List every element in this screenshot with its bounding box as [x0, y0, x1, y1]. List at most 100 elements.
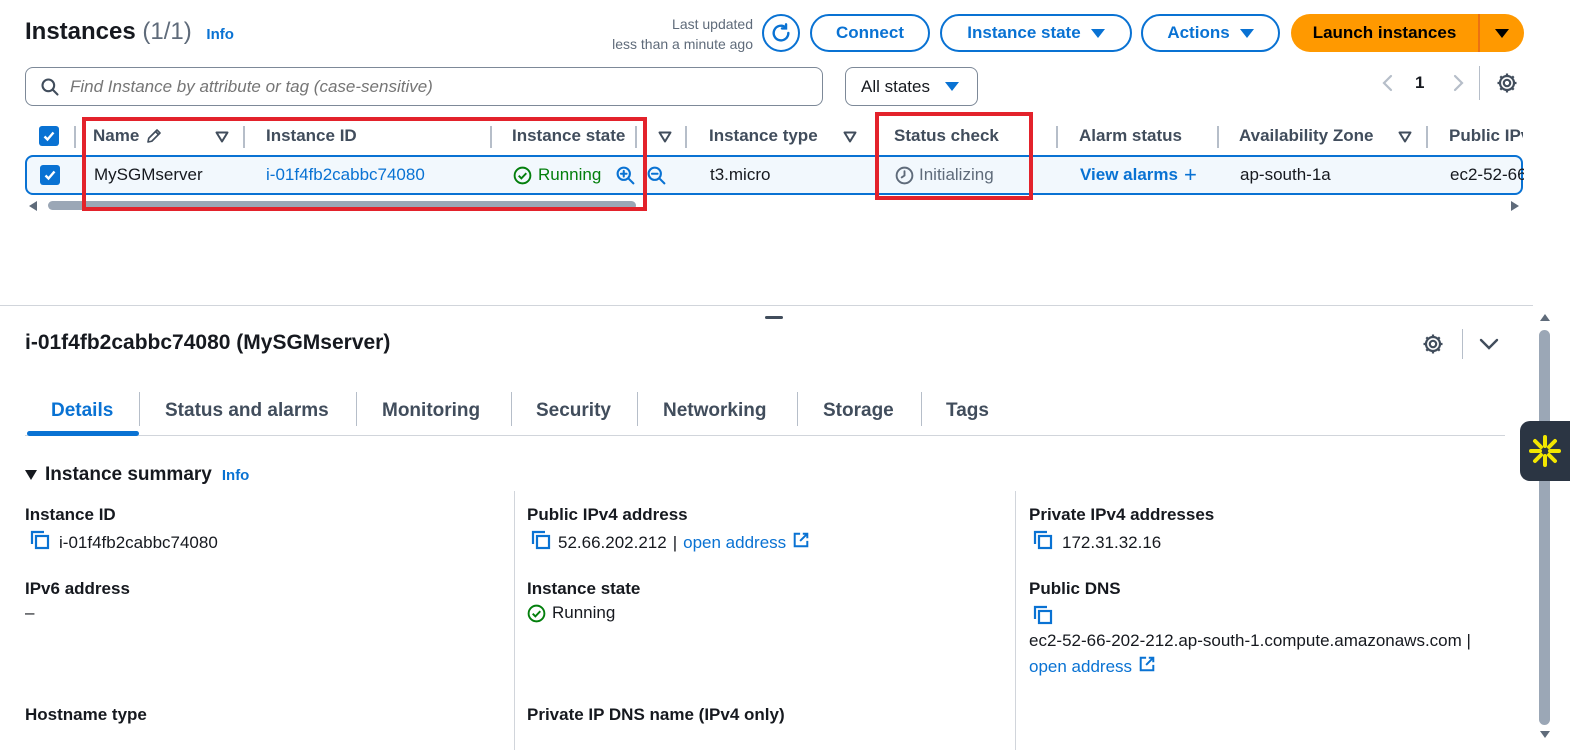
column-header-name-label: Name: [93, 126, 140, 145]
public-dns-copy-button[interactable]: [1032, 604, 1054, 631]
private-ipv4-value: 172.31.32.16: [1032, 529, 1161, 556]
private-ipv4-text: 172.31.32.16: [1062, 532, 1162, 552]
column-divider: [1056, 126, 1058, 148]
page-number[interactable]: 1: [1415, 73, 1424, 93]
instance-id-value: i-01f4fb2cabbc74080: [29, 529, 218, 556]
detail-title: i-01f4fb2cabbc74080 (MySGMserver): [25, 331, 391, 354]
tab-status-and-alarms[interactable]: Status and alarms: [165, 388, 329, 434]
select-all-checkbox[interactable]: [39, 117, 59, 155]
public-dns-open-address-link[interactable]: open address: [1029, 657, 1132, 677]
refresh-icon: [770, 22, 792, 44]
table-settings-button[interactable]: [1495, 71, 1519, 95]
public-dns-label: Public DNS: [1029, 579, 1121, 598]
tab-divider: [511, 392, 512, 426]
launch-options-button[interactable]: [1480, 14, 1524, 52]
caret-down-icon: [1495, 28, 1509, 38]
open-address-link[interactable]: open address: [683, 533, 786, 553]
next-page-button[interactable]: [1448, 71, 1468, 95]
copy-icon[interactable]: [29, 529, 51, 556]
actions-button[interactable]: Actions: [1141, 14, 1280, 52]
tab-details[interactable]: Details: [51, 388, 113, 434]
copy-icon[interactable]: [1032, 604, 1054, 631]
launch-instances-button[interactable]: Launch instances: [1291, 14, 1524, 52]
column-header-public-ipv4[interactable]: Public IPv: [1449, 117, 1523, 155]
summary-info-link[interactable]: Info: [222, 467, 250, 484]
zoom-in-button[interactable]: [615, 157, 636, 193]
instance-summary-toggle[interactable]: Instance summary Info: [25, 464, 249, 486]
detail-settings-button[interactable]: [1421, 332, 1445, 356]
refresh-button[interactable]: [762, 14, 800, 52]
column-header-instance-type[interactable]: Instance type: [709, 117, 818, 155]
cell-status-check: Initializing: [895, 157, 994, 193]
last-updated: Last updated less than a minute ago: [585, 14, 753, 54]
external-link-icon[interactable]: [1138, 655, 1156, 678]
private-dns-label: Private IP DNS name (IPv4 only): [527, 705, 785, 724]
private-ipv4-label: Private IPv4 addresses: [1029, 505, 1215, 524]
last-updated-time: less than a minute ago: [612, 36, 753, 52]
connect-button[interactable]: Connect: [810, 14, 930, 52]
tab-security[interactable]: Security: [536, 388, 611, 434]
active-tab-indicator: [27, 431, 139, 436]
last-updated-label: Last updated: [672, 16, 753, 32]
column-header-instance-state[interactable]: Instance state: [512, 117, 625, 155]
view-alarms-link[interactable]: View alarms +: [1080, 157, 1197, 193]
caret-down-icon: [1090, 28, 1105, 38]
info-link[interactable]: Info: [206, 26, 234, 43]
cell-instance-state: Running: [513, 157, 601, 193]
column-header-name[interactable]: Name: [93, 117, 163, 155]
column-divider: [74, 126, 76, 148]
public-ipv4-text: 52.66.202.212: [558, 532, 667, 552]
cell-public-ipv4: ec2-52-66: [1450, 165, 1524, 184]
column-divider: [1217, 126, 1219, 148]
column-divider: [635, 126, 637, 148]
tab-storage[interactable]: Storage: [823, 388, 894, 434]
launch-instances-main[interactable]: Launch instances: [1291, 14, 1480, 52]
zoom-out-button[interactable]: [646, 157, 667, 193]
actions-label: Actions: [1167, 23, 1230, 42]
chevron-down-icon: [1478, 334, 1500, 354]
sort-filter-icon[interactable]: [658, 130, 672, 148]
state-filter-select[interactable]: All states: [845, 67, 978, 106]
row-checkbox[interactable]: [40, 157, 60, 193]
instance-state-field-text: Running: [552, 603, 616, 622]
plus-icon: +: [1183, 162, 1197, 187]
instance-state-label: Instance state: [967, 23, 1081, 42]
sort-filter-icon[interactable]: [1398, 130, 1412, 148]
cell-instance-id-link[interactable]: i-01f4fb2cabbc74080: [266, 157, 425, 193]
horizontal-scrollbar-thumb[interactable]: [48, 201, 636, 210]
table-row[interactable]: MySGMserver i-01f4fb2cabbc74080 Running …: [25, 155, 1524, 195]
table-header: Name Instance ID Instance state Instance…: [25, 117, 1523, 155]
column-header-status-check[interactable]: Status check: [894, 117, 999, 155]
sparkle-icon: [1527, 433, 1563, 469]
sort-filter-icon[interactable]: [843, 130, 857, 148]
gear-icon: [1495, 71, 1519, 95]
column-header-alarm-status[interactable]: Alarm status: [1079, 117, 1182, 155]
detail-header-divider: [1462, 329, 1463, 359]
vertical-scrollbar-thumb[interactable]: [1539, 330, 1550, 725]
caret-down-icon: [945, 82, 959, 91]
ipv6-value: –: [25, 603, 35, 622]
column-header-instance-id[interactable]: Instance ID: [266, 117, 357, 155]
column-header-availability-zone[interactable]: Availability Zone: [1239, 117, 1373, 155]
sort-filter-icon[interactable]: [215, 130, 229, 148]
search-input[interactable]: [70, 76, 770, 97]
previous-page-button[interactable]: [1378, 71, 1398, 95]
instance-id-text: i-01f4fb2cabbc74080: [59, 532, 218, 552]
view-alarms-label: View alarms: [1080, 165, 1178, 184]
cell-availability-zone: ap-south-1a: [1240, 165, 1331, 184]
external-link-icon[interactable]: [792, 531, 810, 554]
split-panel-resize-handle[interactable]: [765, 316, 783, 319]
caret-down-icon: [1239, 28, 1254, 38]
assistant-widget-button[interactable]: [1520, 421, 1570, 481]
search-box[interactable]: [25, 67, 823, 106]
copy-icon[interactable]: [530, 529, 552, 556]
tab-monitoring[interactable]: Monitoring: [382, 388, 480, 434]
collapse-detail-button[interactable]: [1478, 334, 1500, 354]
caret-down-icon: [25, 470, 37, 480]
public-dns-open: open address: [1029, 655, 1156, 678]
instance-state-button[interactable]: Instance state: [940, 14, 1132, 52]
tab-networking[interactable]: Networking: [663, 388, 766, 434]
tab-tags[interactable]: Tags: [946, 388, 989, 434]
column-divider: [1426, 126, 1428, 148]
copy-icon[interactable]: [1032, 529, 1054, 556]
